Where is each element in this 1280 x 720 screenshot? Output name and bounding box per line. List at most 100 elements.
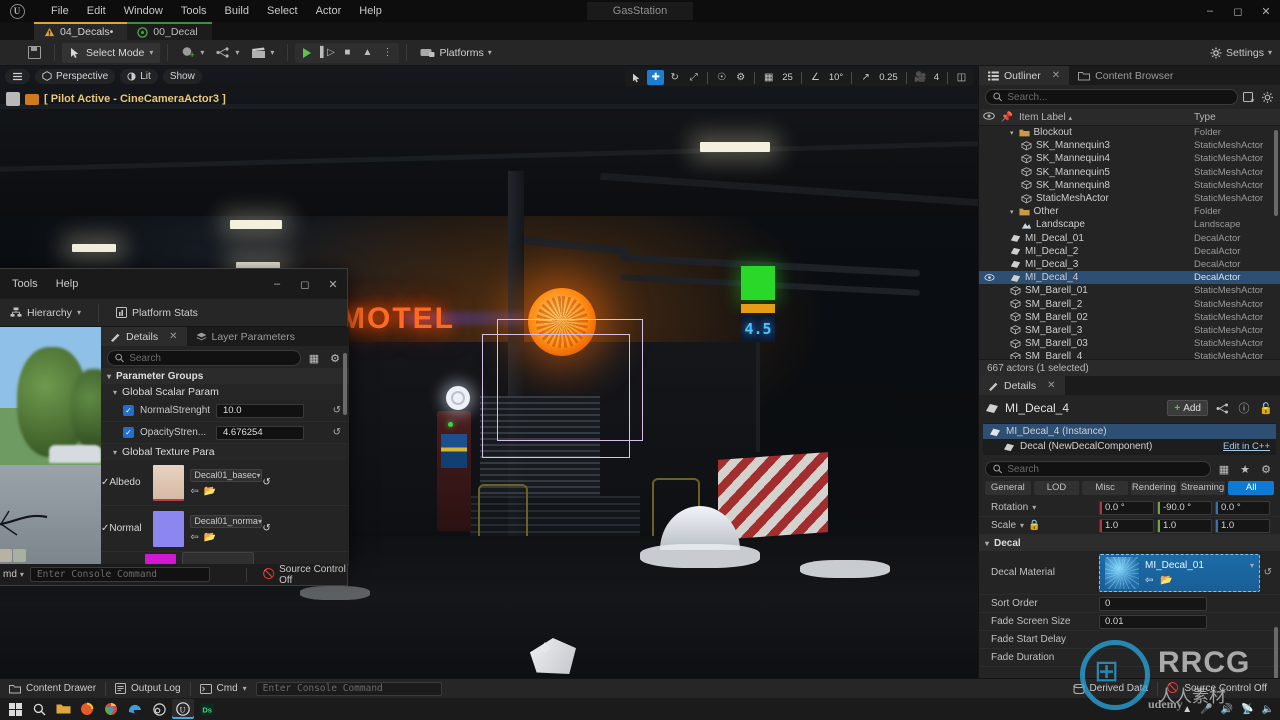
- menu-item-tools[interactable]: Tools: [172, 2, 216, 20]
- visibility-column-icon[interactable]: [979, 111, 999, 123]
- outliner-row[interactable]: ▾ Blockout Folder: [979, 126, 1280, 139]
- details-category-tabs[interactable]: General LOD Misc Rendering Streaming All: [979, 479, 1280, 499]
- grid-snap-icon[interactable]: ▦: [760, 70, 777, 85]
- output-log-button[interactable]: Output Log: [106, 679, 189, 699]
- lock-ratio-icon[interactable]: 🔒: [1028, 520, 1040, 531]
- view-perspective-button[interactable]: Perspective: [35, 68, 116, 84]
- eject-pilot-icon[interactable]: [6, 92, 20, 106]
- translate-tool-icon[interactable]: ✚: [647, 70, 665, 85]
- outliner-scrollbar[interactable]: [1274, 130, 1278, 216]
- outliner-row[interactable]: SM_Barell_02 StaticMeshActor: [979, 311, 1280, 324]
- open-asset-icon[interactable]: 📂: [204, 486, 216, 497]
- global-texture-param-header[interactable]: ▾ Global Texture Para: [101, 444, 349, 460]
- save-button[interactable]: [22, 43, 47, 63]
- sort-order-input[interactable]: 0: [1099, 596, 1207, 611]
- preview-shape-toolbar[interactable]: [0, 549, 26, 562]
- volume-icon[interactable]: 🔊: [1221, 704, 1233, 715]
- rotation-z-input[interactable]: 0.0 °: [1215, 500, 1270, 515]
- chrome-icon[interactable]: [100, 699, 122, 719]
- global-scalar-param-header[interactable]: ▾ Global Scalar Param: [101, 384, 349, 400]
- outliner-search-input[interactable]: [1007, 91, 1230, 103]
- help-icon[interactable]: ⓘ: [1236, 400, 1252, 416]
- details-category-streaming[interactable]: Streaming: [1179, 481, 1226, 495]
- albedo-checkbox[interactable]: ✓: [101, 477, 109, 488]
- content-drawer-button[interactable]: Content Drawer: [0, 679, 105, 699]
- outliner-row[interactable]: SK_Mannequin5 StaticMeshActor: [979, 166, 1280, 179]
- outliner-row[interactable]: MI_Decal_01 DecalActor: [979, 232, 1280, 245]
- browse-to-asset-icon[interactable]: ⇦: [190, 486, 198, 497]
- camera-speed-value[interactable]: 4: [931, 72, 942, 83]
- tab-layer-parameters[interactable]: Layer Parameters: [186, 327, 304, 346]
- edit-in-cpp-link[interactable]: Edit in C++: [1223, 441, 1270, 452]
- material-search-box[interactable]: [107, 350, 301, 366]
- material-instance-editor-window[interactable]: Tools Help – ◻ ✕ Hierarchy ▾ Platform St…: [0, 268, 349, 566]
- material-source-control-button[interactable]: 🚫 Source Control Off: [263, 564, 347, 586]
- minimize-button[interactable]: –: [1196, 0, 1224, 22]
- material-cmd-dropdown[interactable]: md ▾: [3, 569, 24, 580]
- outliner-row[interactable]: ▾ Other Folder: [979, 205, 1280, 218]
- save-search-icon[interactable]: [1243, 91, 1256, 103]
- fade-screen-size-input[interactable]: 0.01: [1099, 614, 1207, 629]
- edge-icon[interactable]: [124, 699, 146, 719]
- outliner-row[interactable]: SM_Barell_4 StaticMeshActor: [979, 350, 1280, 359]
- details-settings-gear-icon[interactable]: ⚙: [1258, 461, 1274, 477]
- create-actor-button[interactable]: + ▾: [175, 43, 210, 63]
- cinematics-button[interactable]: ▾: [245, 43, 280, 63]
- reset-to-default-icon[interactable]: ↺: [262, 477, 270, 488]
- outliner-row[interactable]: SM_Barell_03 StaticMeshActor: [979, 337, 1280, 350]
- details-category-rendering[interactable]: Rendering: [1131, 481, 1177, 495]
- browse-to-asset-icon[interactable]: ⇦: [190, 532, 198, 543]
- pin-column-icon[interactable]: 📌: [999, 112, 1015, 123]
- reset-to-default-icon[interactable]: ↺: [333, 427, 341, 438]
- outliner-row[interactable]: MI_Decal_4 DecalActor: [979, 271, 1280, 285]
- material-search-input[interactable]: [129, 352, 293, 364]
- world-coordinates-icon[interactable]: ☉: [713, 70, 730, 85]
- outliner-row[interactable]: SM_Barell_3 StaticMeshActor: [979, 324, 1280, 337]
- decal-material-picker[interactable]: MI_Decal_01 ▾ ⇦ 📂: [1099, 553, 1260, 592]
- menu-item-window[interactable]: Window: [115, 2, 172, 20]
- maximize-viewport-icon[interactable]: ◫: [953, 70, 970, 85]
- photoshop-icon[interactable]: Ds: [196, 699, 218, 719]
- tab-details[interactable]: Details ✕: [979, 376, 1065, 395]
- reset-to-default-icon[interactable]: ↺: [1264, 567, 1272, 578]
- type-column[interactable]: Type: [1194, 112, 1280, 123]
- outliner-row[interactable]: MI_Decal_3 DecalActor: [979, 258, 1280, 271]
- chevron-down-icon[interactable]: ▾: [1010, 129, 1014, 137]
- scale-x-input[interactable]: 1.0: [1099, 518, 1154, 533]
- start-icon[interactable]: [4, 699, 26, 719]
- obs-icon[interactable]: [148, 699, 170, 719]
- outliner-row[interactable]: SK_Mannequin3 StaticMeshActor: [979, 139, 1280, 152]
- cmd-dropdown[interactable]: Cmd ▾: [191, 679, 256, 699]
- normal-thumbnail[interactable]: [153, 510, 185, 547]
- material-settings-gear-icon[interactable]: ⚙: [327, 350, 343, 366]
- details-category-lod[interactable]: LOD: [1033, 481, 1080, 495]
- scale-snap-value[interactable]: 0.25: [876, 72, 901, 83]
- platform-stats-button[interactable]: Platform Stats: [109, 303, 205, 323]
- outliner-settings-gear-icon[interactable]: [1261, 91, 1274, 104]
- scale-tool-icon[interactable]: ⤢: [685, 70, 702, 85]
- scale-z-input[interactable]: 1.0: [1215, 518, 1270, 533]
- scale-snap-icon[interactable]: ↗: [857, 70, 874, 85]
- normal-checkbox[interactable]: ✓: [101, 523, 109, 534]
- outliner-row[interactable]: StaticMeshActor StaticMeshActor: [979, 192, 1280, 205]
- microphone-icon[interactable]: 🎤: [1200, 704, 1212, 715]
- albedo-thumbnail[interactable]: [153, 464, 185, 501]
- albedo-texture-selector[interactable]: Decal01_basec ▾ ⇦ 📂: [190, 468, 263, 497]
- material-params-scrollbar[interactable]: [343, 353, 347, 415]
- close-button[interactable]: ✕: [319, 269, 347, 299]
- outliner-row[interactable]: SM_Barell_2 StaticMeshActor: [979, 297, 1280, 310]
- decal-section-header[interactable]: ▾ Decal: [979, 535, 1280, 551]
- blueprint-convert-icon[interactable]: [1214, 400, 1230, 416]
- menu-item-edit[interactable]: Edit: [78, 2, 115, 20]
- emissive-thumbnail[interactable]: [145, 553, 176, 564]
- view-mode-button[interactable]: Lit: [120, 68, 158, 84]
- eject-button[interactable]: ▲: [357, 43, 377, 63]
- outliner-tree[interactable]: ▾ Blockout Folder SK_Mannequin3 StaticMeshAc…: [979, 126, 1280, 359]
- angle-snap-icon[interactable]: ∠: [807, 70, 824, 85]
- camera-speed-icon[interactable]: 🎥: [912, 70, 929, 85]
- normal-strength-input[interactable]: 10.0: [216, 403, 304, 418]
- chevron-down-icon[interactable]: ▾: [1032, 503, 1036, 512]
- derived-data-button[interactable]: Derived Data: [1064, 679, 1157, 699]
- chevron-down-icon[interactable]: ▾: [1020, 521, 1024, 530]
- outliner-row[interactable]: Landscape Landscape: [979, 218, 1280, 231]
